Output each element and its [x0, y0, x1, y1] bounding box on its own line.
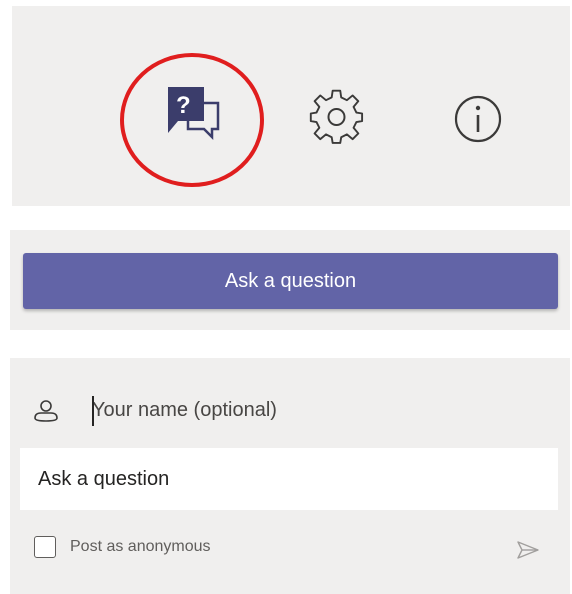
settings-gear-icon[interactable]	[300, 81, 376, 157]
info-icon[interactable]	[440, 81, 516, 157]
question-input[interactable]	[20, 448, 558, 510]
anonymous-checkbox[interactable]	[34, 536, 56, 558]
top-icon-panel: ?	[12, 6, 570, 206]
qa-icon[interactable]: ?	[155, 74, 231, 150]
compose-panel: Post as anonymous	[10, 358, 570, 594]
name-input[interactable]	[88, 392, 552, 428]
ask-panel: Ask a question	[10, 230, 570, 330]
person-icon	[34, 400, 58, 422]
text-caret	[92, 396, 94, 426]
ask-question-button[interactable]: Ask a question	[23, 253, 558, 309]
send-icon[interactable]	[516, 540, 540, 560]
anonymous-option[interactable]: Post as anonymous	[34, 536, 211, 558]
qa-glyph: ?	[176, 92, 191, 119]
anonymous-label: Post as anonymous	[70, 538, 211, 555]
